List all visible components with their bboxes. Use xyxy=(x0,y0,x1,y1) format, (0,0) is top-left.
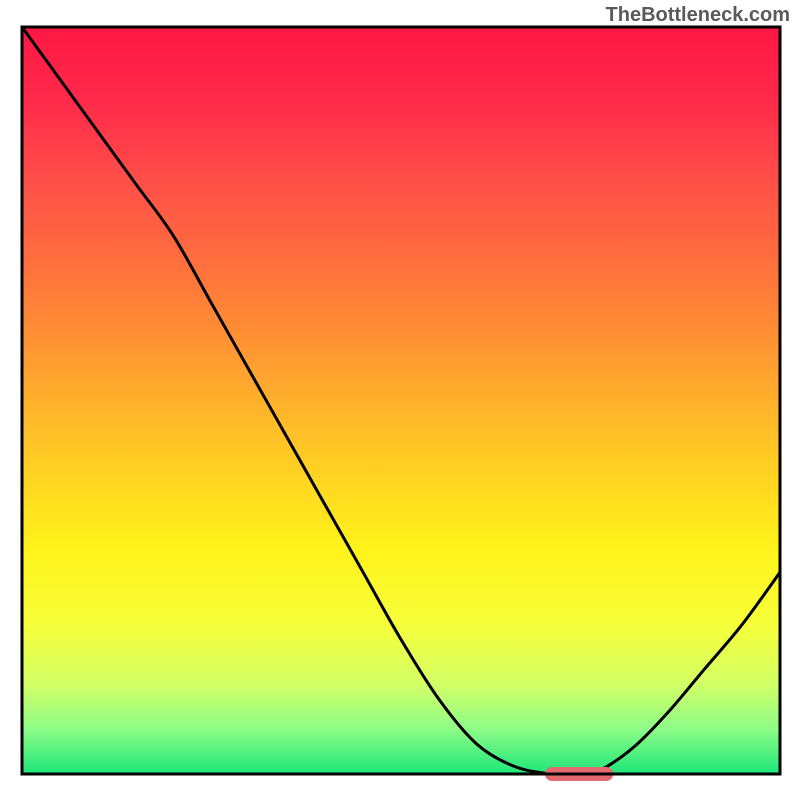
attribution-label: TheBottleneck.com xyxy=(606,4,790,27)
plot-area-gradient xyxy=(22,27,780,774)
bottleneck-chart xyxy=(0,0,800,800)
